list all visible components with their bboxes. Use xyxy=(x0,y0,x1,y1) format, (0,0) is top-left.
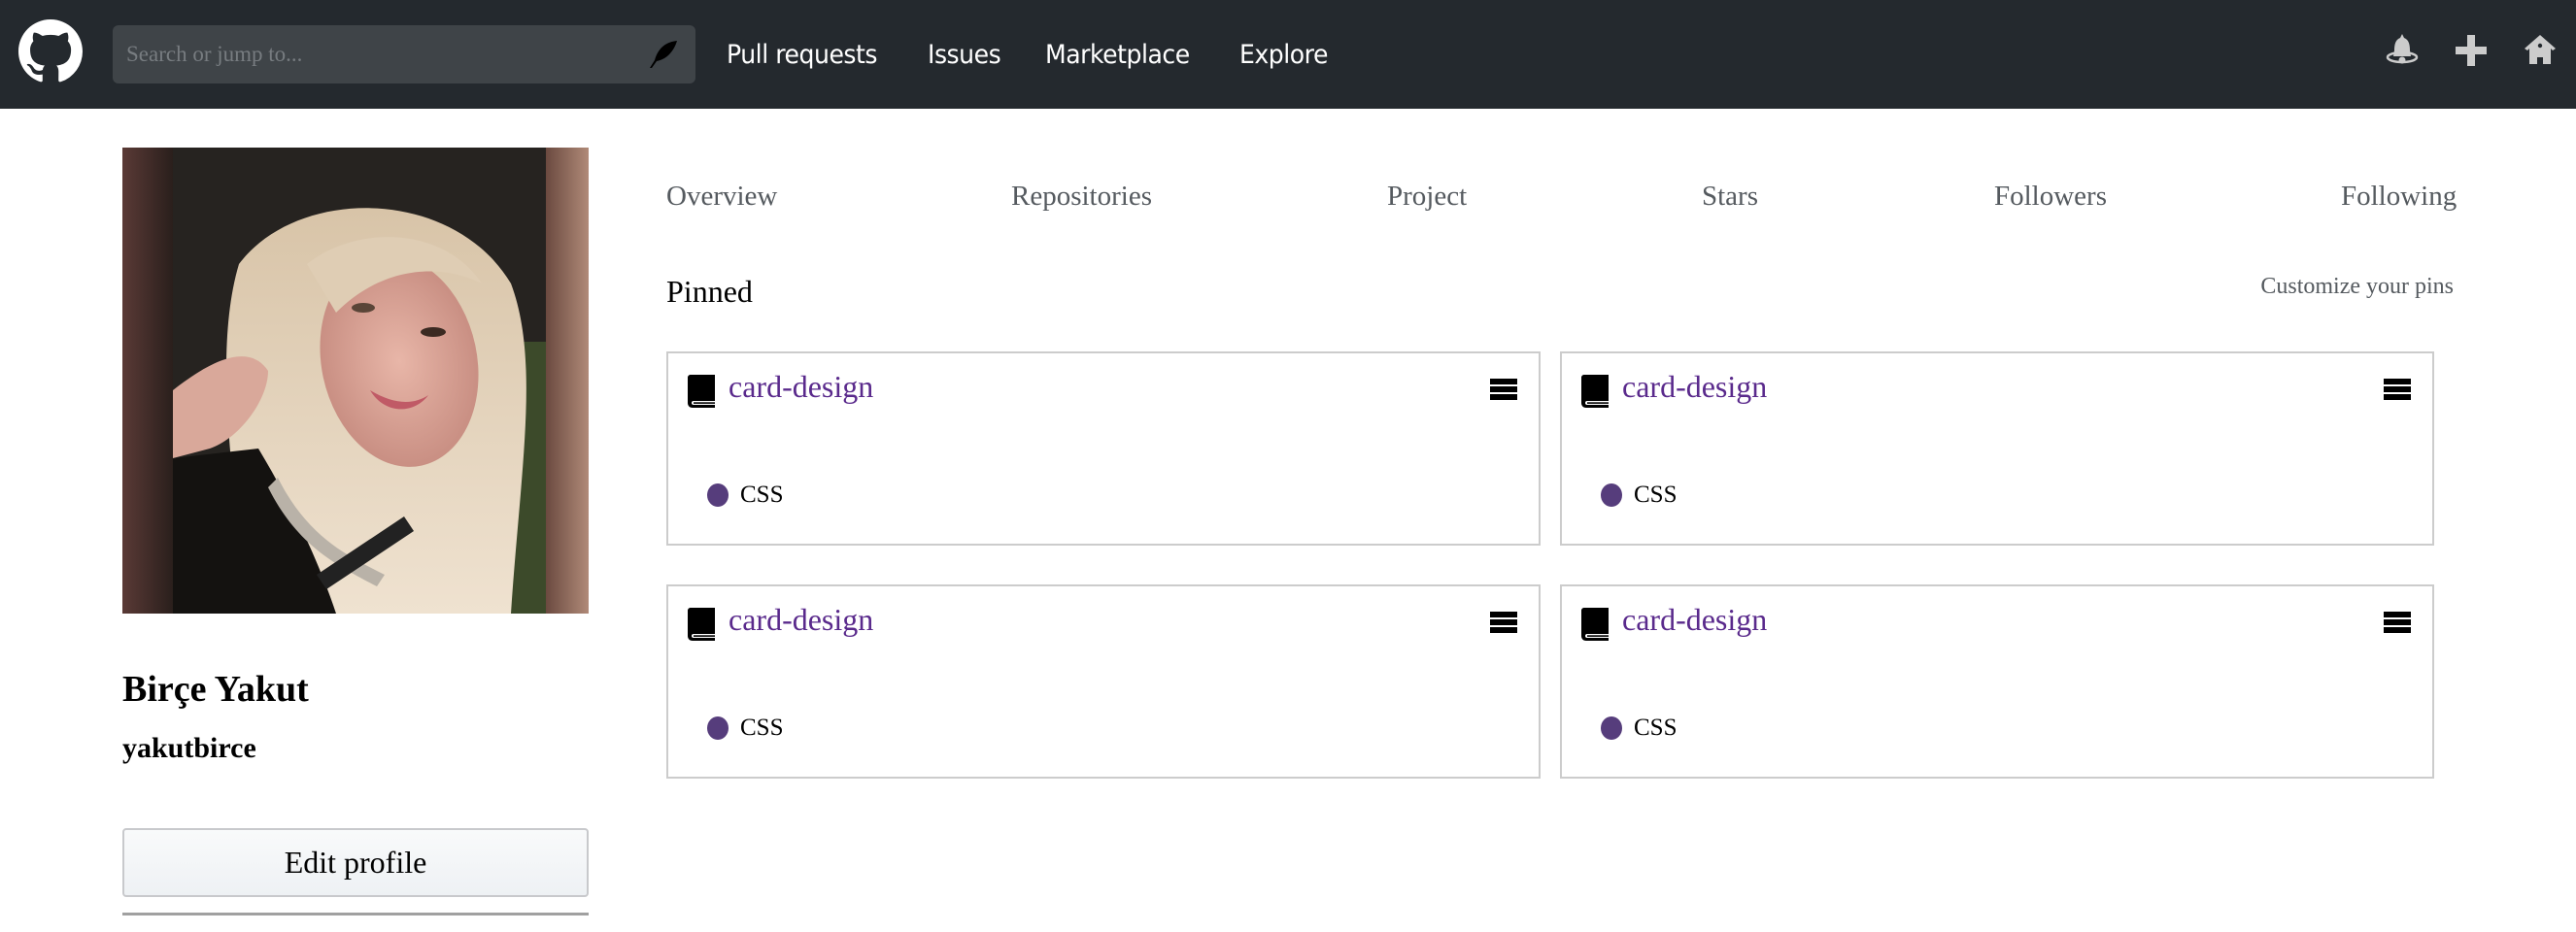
profile-full-name: Birçe Yakut xyxy=(122,669,309,710)
pinned-repo-card: card-design CSS xyxy=(666,584,1541,779)
repo-language: CSS xyxy=(707,715,783,742)
pinned-repo-card: card-design CSS xyxy=(666,351,1541,546)
drag-handle-icon[interactable] xyxy=(1490,379,1517,402)
repo-language: CSS xyxy=(1601,482,1677,509)
search-input[interactable] xyxy=(113,25,695,83)
customize-pins-link[interactable]: Customize your pins xyxy=(2260,274,2454,300)
repo-link[interactable]: card-design xyxy=(729,602,873,638)
drag-handle-icon[interactable] xyxy=(1490,612,1517,635)
pinned-repo-card: card-design CSS xyxy=(1560,584,2434,779)
language-name: CSS xyxy=(1634,715,1678,741)
repo-book-icon xyxy=(688,608,715,641)
repo-link[interactable]: card-design xyxy=(1622,369,1767,405)
repo-language: CSS xyxy=(1601,715,1677,742)
profile-tabs: Overview Repositories Project Stars Foll… xyxy=(666,181,2457,223)
home-icon[interactable] xyxy=(2523,33,2558,68)
tab-overview[interactable]: Overview xyxy=(666,181,777,213)
tab-project[interactable]: Project xyxy=(1387,181,1467,213)
language-color-dot xyxy=(707,716,729,740)
plus-icon[interactable] xyxy=(2454,33,2489,68)
bell-icon[interactable] xyxy=(2385,33,2420,68)
repo-book-icon xyxy=(688,375,715,408)
repo-link[interactable]: card-design xyxy=(729,369,873,405)
tab-stars[interactable]: Stars xyxy=(1702,181,1758,213)
edit-profile-button[interactable]: Edit profile xyxy=(122,828,589,897)
language-color-dot xyxy=(707,483,729,507)
tab-following[interactable]: Following xyxy=(2341,181,2457,213)
top-navbar: Pull requests Issues Marketplace Explore xyxy=(0,0,2576,109)
nav-marketplace[interactable]: Marketplace xyxy=(1045,40,1190,70)
repo-link[interactable]: card-design xyxy=(1622,602,1767,638)
nav-pull-requests[interactable]: Pull requests xyxy=(727,40,878,70)
language-name: CSS xyxy=(740,482,784,508)
language-color-dot xyxy=(1601,716,1622,740)
language-color-dot xyxy=(1601,483,1622,507)
tab-repositories[interactable]: Repositories xyxy=(1011,181,1152,213)
pinned-heading: Pinned xyxy=(666,274,753,309)
profile-username: yakutbirce xyxy=(122,732,256,764)
sidebar-divider xyxy=(122,913,589,915)
drag-handle-icon[interactable] xyxy=(2384,612,2411,635)
language-name: CSS xyxy=(1634,482,1678,508)
avatar-photo xyxy=(122,148,589,614)
feather-icon xyxy=(650,41,677,68)
repo-language: CSS xyxy=(707,482,783,509)
nav-explore[interactable]: Explore xyxy=(1239,40,1328,70)
language-name: CSS xyxy=(740,715,784,741)
nav-issues[interactable]: Issues xyxy=(928,40,1001,70)
profile-avatar[interactable] xyxy=(122,148,589,614)
main-nav: Pull requests Issues Marketplace Explore xyxy=(727,0,1373,109)
search-box xyxy=(113,25,695,83)
tab-followers[interactable]: Followers xyxy=(1994,181,2107,213)
github-logo-icon[interactable] xyxy=(18,19,83,83)
repo-book-icon xyxy=(1581,375,1609,408)
pinned-repo-card: card-design CSS xyxy=(1560,351,2434,546)
repo-book-icon xyxy=(1581,608,1609,641)
drag-handle-icon[interactable] xyxy=(2384,379,2411,402)
